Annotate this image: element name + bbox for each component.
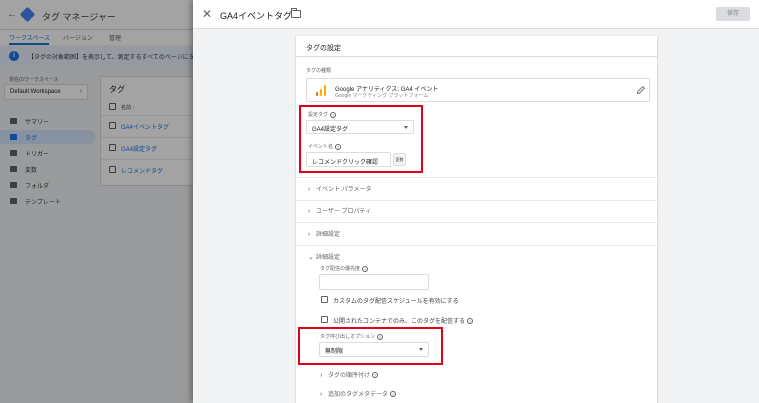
chevron-right-icon: › [308,186,311,193]
divider [296,56,657,57]
help-icon[interactable]: ? [372,372,379,379]
section-label: ユーザー プロパティ [316,209,372,215]
ga-bar-short [316,92,318,96]
priority-input[interactable] [319,274,429,290]
divider [296,200,657,201]
section-label: イベント パラメータ [316,187,372,193]
edit-pencil-icon[interactable] [636,85,646,95]
folder-icon[interactable] [291,8,301,18]
divider [296,245,657,246]
custom-schedule-checkbox[interactable] [321,296,328,303]
close-icon[interactable]: ✕ [202,7,212,21]
chevron-right-icon: › [320,391,323,398]
advanced-settings-section[interactable]: ⌄ 詳細設定 [308,252,340,261]
chevron-right-icon: › [320,372,323,379]
ga-bar-mid [320,89,322,96]
tag-type-subtitle: Google マーケティング プラットフォーム [335,93,429,99]
save-button[interactable]: 保存 [716,7,750,21]
event-parameters-section[interactable]: › イベント パラメータ [308,184,372,193]
help-icon[interactable]: ? [390,391,397,398]
tag-config-card: タグの設定 タグの種類 Google アナリティクス: GA4 イベント Goo… [296,36,657,403]
panel-title[interactable]: GA4イベントタグ [220,9,292,22]
priority-label-text: タグ配信の優先度 [320,266,361,272]
chevron-right-icon: › [308,231,311,238]
highlight-frame [299,105,423,173]
chevron-right-icon: › [308,208,311,215]
more-settings-section[interactable]: › 詳細設定 [308,229,340,238]
published-only-checkbox[interactable] [321,316,328,323]
help-icon[interactable]: ? [467,318,474,325]
tag-type-label: タグの種類 [306,68,332,74]
google-analytics-icon [316,85,326,96]
tag-sequencing-section[interactable]: › タグの順序付け? [320,370,379,379]
user-properties-section[interactable]: › ユーザー プロパティ [308,206,371,215]
chevron-down-icon: ⌄ [308,254,314,261]
published-only-label: 公開されたコンテナでのみ、このタグを配信する? [333,316,474,325]
help-icon[interactable]: ? [362,265,369,272]
ga-bar-tall [324,85,326,96]
custom-schedule-label: カスタムのタグ配信スケジュールを有効にする [333,299,459,305]
section-label: タグの順序付け [328,373,371,379]
panel-header: ✕ GA4イベントタグ 保存 [193,0,759,29]
divider [296,222,657,223]
divider [296,177,657,178]
section-label: 追加のタグメタデータ [328,392,389,398]
highlight-frame [298,327,443,365]
tag-editor-panel: ✕ GA4イベントタグ 保存 タグの設定 タグの種類 Google アナリティク… [193,0,759,403]
section-label: 詳細設定 [316,255,341,261]
priority-label: タグ配信の優先度? [320,265,369,272]
tag-metadata-section[interactable]: › 追加のタグメタデータ? [320,389,397,398]
tag-type-selector[interactable]: Google アナリティクス: GA4 イベント Google マーケティング … [306,78,650,102]
published-only-label-text: 公開されたコンテナでのみ、このタグを配信する [333,319,466,325]
card-title: タグの設定 [306,45,341,52]
section-label: 詳細設定 [316,232,341,238]
